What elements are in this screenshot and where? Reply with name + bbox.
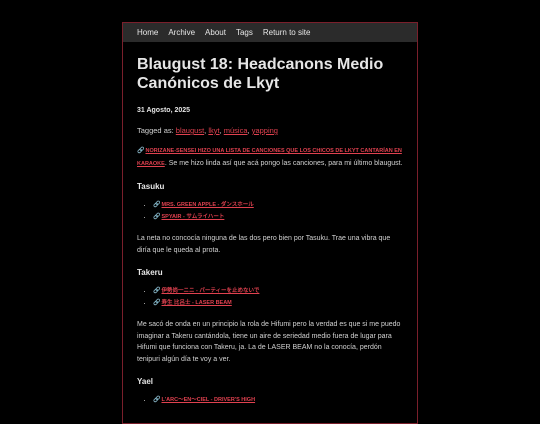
song-link[interactable]: L'ARC〜EN〜CIEL - DRIVER'S HIGH xyxy=(161,397,255,403)
post-tags: Tagged as: blaugust, lkyt, música, yappi… xyxy=(137,126,278,135)
tag-musica[interactable]: música xyxy=(224,126,248,135)
nav-about[interactable]: About xyxy=(205,28,226,37)
link-icon: 🔗 xyxy=(153,202,161,208)
yael-song-list: 🔗L'ARC〜EN〜CIEL - DRIVER'S HIGH xyxy=(137,394,403,406)
tasuku-paragraph: La neta no concocía ninguna de las dos p… xyxy=(137,235,391,254)
list-item: 🔗伊勢尚一ニニ - パーティーを止めないで xyxy=(153,285,403,297)
section-heading-takeru: Takeru xyxy=(137,268,163,277)
section-heading-tasuku: Tasuku xyxy=(137,182,165,191)
nav-archive[interactable]: Archive xyxy=(168,28,195,37)
post-content: Blaugust 18: Headcanons Medio Canónicos … xyxy=(123,42,417,406)
list-item: 🔗寿生 比呂士 - LASER BEAM xyxy=(153,297,403,309)
list-item: 🔗SPYAIR - サムライハート xyxy=(153,211,403,223)
takeru-paragraph: Me sacó de onda en un principio la rola … xyxy=(137,321,401,363)
section-heading-yael: Yael xyxy=(137,377,154,386)
post-date: 31 Agosto, 2025 xyxy=(137,107,191,114)
tasuku-song-list: 🔗MRS. GREEN APPLE - ダンスホール 🔗SPYAIR - サムラ… xyxy=(137,199,403,223)
link-icon: 🔗 xyxy=(153,288,161,294)
post-title: Blaugust 18: Headcanons Medio Canónicos … xyxy=(137,56,384,92)
link-icon: 🔗 xyxy=(153,214,161,220)
page-card: Home Archive About Tags Return to site B… xyxy=(122,22,418,424)
nav-tags[interactable]: Tags xyxy=(236,28,253,37)
tag-lkyt[interactable]: lkyt xyxy=(208,126,219,135)
list-item: 🔗MRS. GREEN APPLE - ダンスホール xyxy=(153,199,403,211)
song-link[interactable]: 伊勢尚一ニニ - パーティーを止めないで xyxy=(161,288,259,294)
list-item: 🔗L'ARC〜EN〜CIEL - DRIVER'S HIGH xyxy=(153,394,403,406)
song-link[interactable]: MRS. GREEN APPLE - ダンスホール xyxy=(161,202,253,208)
link-icon: 🔗 xyxy=(153,300,161,306)
song-link[interactable]: 寿生 比呂士 - LASER BEAM xyxy=(161,300,231,306)
intro-text: . Se me hizo linda así que acá pongo las… xyxy=(164,159,403,167)
nav-return-to-site[interactable]: Return to site xyxy=(263,28,311,37)
nav-home[interactable]: Home xyxy=(137,28,158,37)
link-icon: 🔗 xyxy=(137,148,145,154)
tag-blaugust[interactable]: blaugust xyxy=(176,126,204,135)
tag-yapping[interactable]: yapping xyxy=(252,126,278,135)
song-link[interactable]: SPYAIR - サムライハート xyxy=(161,214,224,220)
tagged-label: Tagged as: xyxy=(137,126,174,135)
takeru-song-list: 🔗伊勢尚一ニニ - パーティーを止めないで 🔗寿生 比呂士 - LASER BE… xyxy=(137,285,403,309)
intro-paragraph: 🔗NORIZANE-SENSEI HIZO UNA LISTA DE CANCI… xyxy=(137,145,403,170)
link-icon: 🔗 xyxy=(153,397,161,403)
top-nav: Home Archive About Tags Return to site xyxy=(123,23,417,42)
